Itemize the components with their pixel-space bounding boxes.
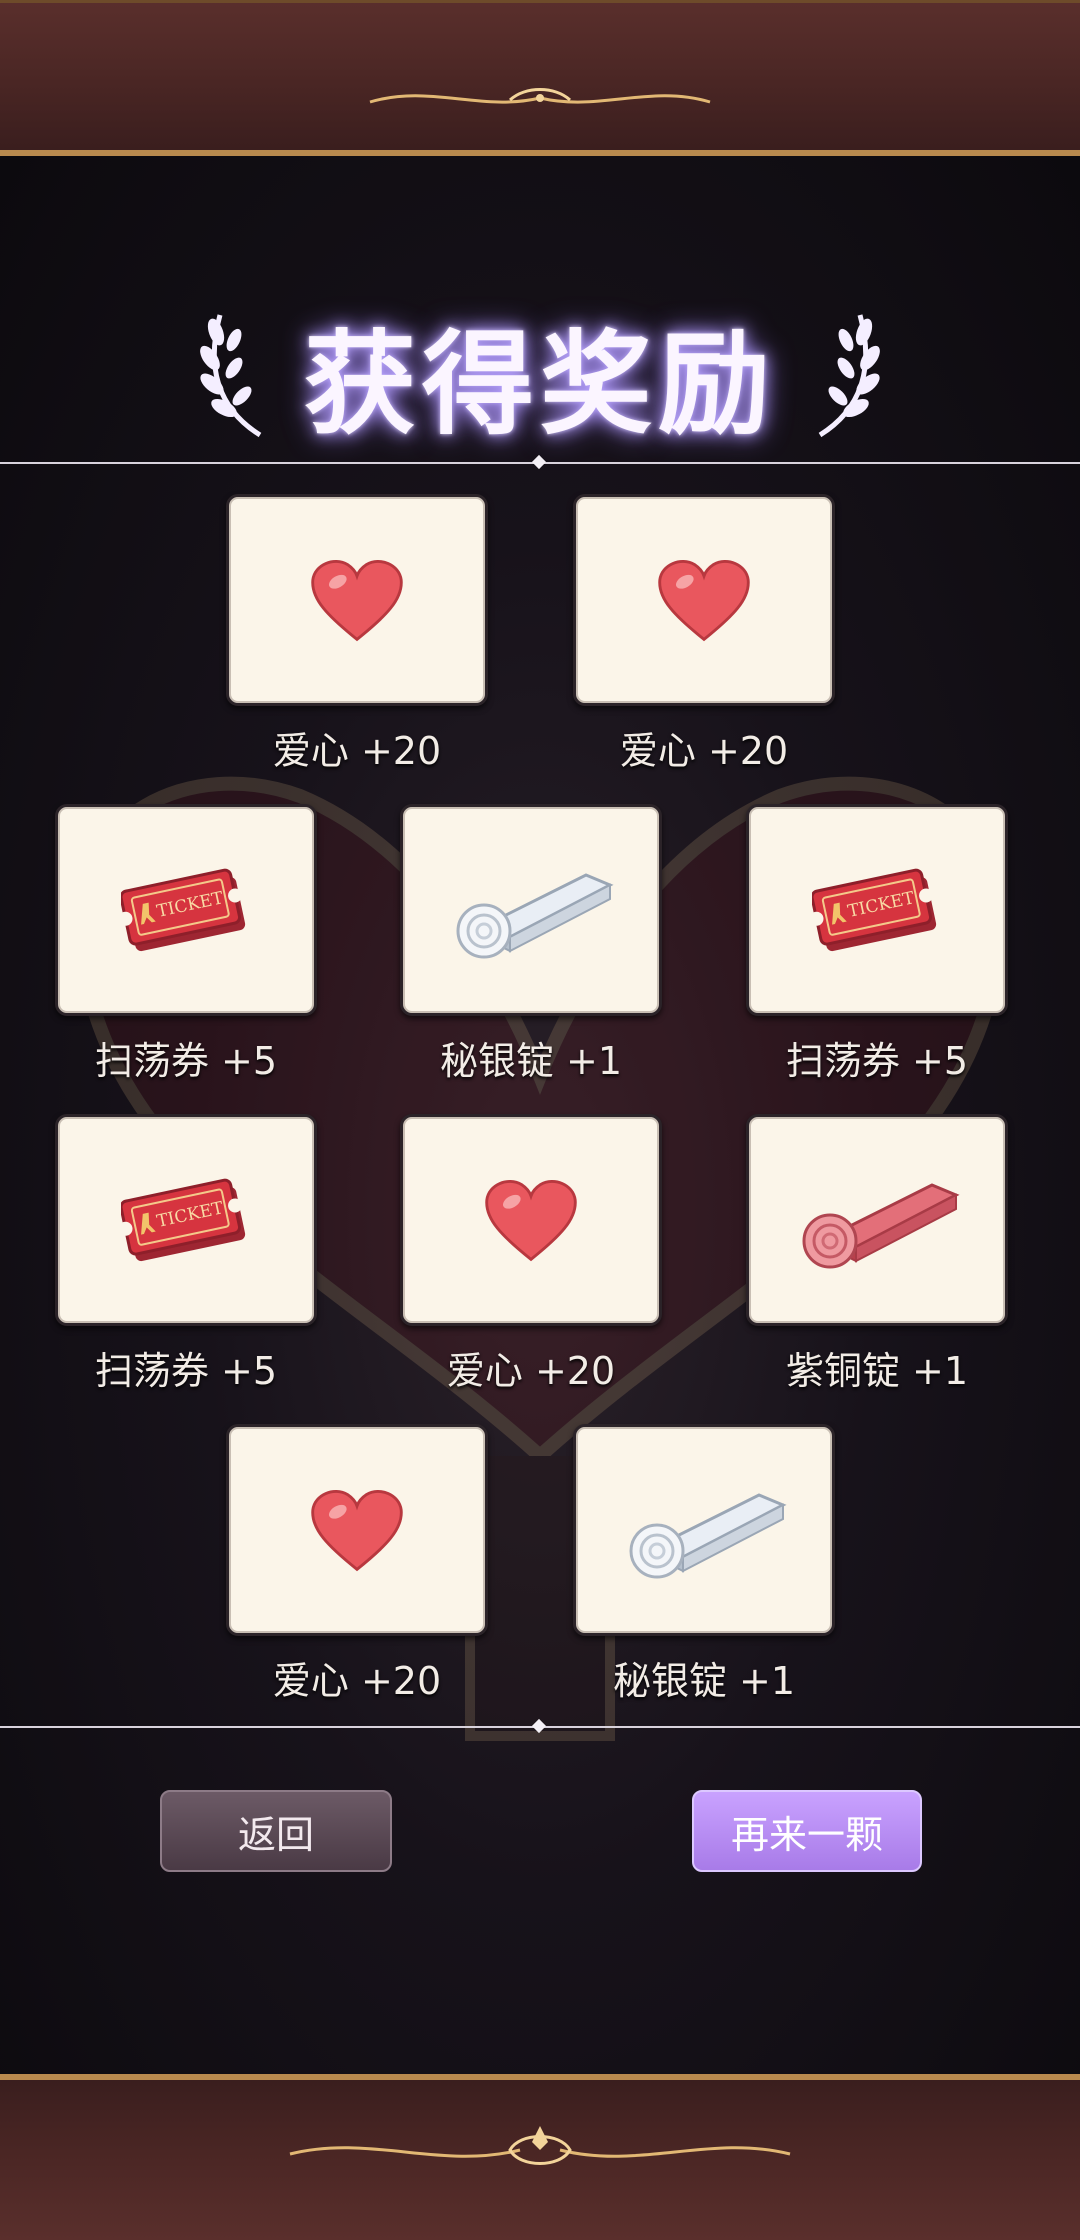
reward-card [573, 494, 835, 706]
reward-card [746, 1114, 1008, 1326]
reward-item: TICKET 扫荡券 +5 [55, 804, 317, 1085]
reward-item: 爱心 +20 [226, 1424, 488, 1705]
reward-label: 爱心 +20 [272, 1659, 442, 1703]
reward-label: 秘银锭 +1 [439, 1039, 623, 1083]
reward-label: 爱心 +20 [619, 729, 789, 773]
silver-ingot-icon [629, 1493, 787, 1579]
heart-icon [658, 560, 750, 642]
reward-item: 秘银锭 +1 [400, 804, 662, 1085]
reward-card [573, 1424, 835, 1636]
reward-card: TICKET [55, 804, 317, 1016]
reward-card: TICKET [55, 1114, 317, 1326]
reward-item: 爱心 +20 [400, 1114, 662, 1395]
copper-ingot-icon [802, 1183, 960, 1269]
reward-item: 紫铜锭 +1 [746, 1114, 1008, 1395]
draw-again-button[interactable]: 再来一颗 [692, 1790, 922, 1872]
reward-label: 扫荡券 +5 [785, 1039, 969, 1083]
reward-label: 扫荡券 +5 [94, 1039, 278, 1083]
reward-card [226, 1424, 488, 1636]
reward-card: TICKET [746, 804, 1008, 1016]
laurel-left-icon [190, 310, 270, 440]
reward-label: 爱心 +20 [446, 1349, 616, 1393]
ticket-icon: TICKET [121, 868, 246, 952]
reward-item: 爱心 +20 [573, 494, 835, 775]
reward-item: TICKET 扫荡券 +5 [746, 804, 1008, 1085]
heart-icon [311, 1490, 403, 1572]
top-ornament-frame [0, 0, 1080, 156]
gold-swirl-ornament-icon [289, 2126, 791, 2165]
reward-label: 秘银锭 +1 [612, 1659, 796, 1703]
heart-icon [311, 560, 403, 642]
bottom-ornament-frame [0, 2074, 1080, 2240]
page-title: 获得奖励 [304, 319, 776, 450]
reward-card [226, 494, 488, 706]
reward-item: 秘银锭 +1 [573, 1424, 835, 1705]
reward-card [400, 1114, 662, 1326]
reward-item: TICKET 扫荡券 +5 [55, 1114, 317, 1395]
reward-card [400, 804, 662, 1016]
ticket-icon: TICKET [121, 1178, 246, 1262]
reward-label: 爱心 +20 [272, 729, 442, 773]
gold-swirl-ornament-icon [369, 88, 711, 104]
divider-top [0, 454, 1080, 470]
heart-icon [485, 1180, 577, 1262]
reward-label: 扫荡券 +5 [94, 1349, 278, 1393]
back-button[interactable]: 返回 [160, 1790, 392, 1872]
reward-label: 紫铜锭 +1 [785, 1349, 969, 1393]
divider-bottom [0, 1718, 1080, 1734]
reward-item: 爱心 +20 [226, 494, 488, 775]
title-banner: 获得奖励 [0, 300, 1080, 450]
silver-ingot-icon [456, 873, 614, 959]
ticket-icon: TICKET [812, 868, 937, 952]
laurel-right-icon [810, 310, 890, 440]
